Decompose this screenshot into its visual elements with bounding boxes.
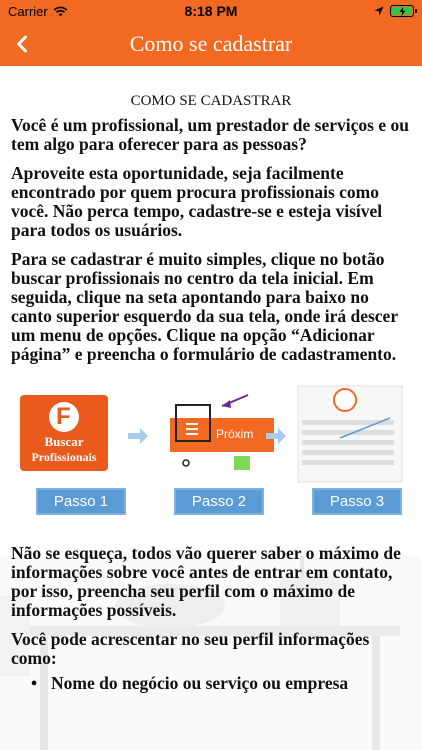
app-logo-letter: F [56,403,71,430]
instructions-paragraph: Para se cadastrar é muito simples, cliqu… [11,249,398,364]
list-item: Nome do negócio ou serviço ou empresa [11,674,411,694]
wifi-icon [53,6,67,16]
location-arrow-icon [374,6,384,16]
chevron-left-icon [17,35,27,53]
status-right [374,5,417,17]
text-area: COMO SE CADASTRAR Você é um profissional… [0,93,422,693]
section-heading: COMO SE CADASTRAR [130,93,292,109]
step-3-label: Passo 3 [312,488,402,515]
opportunity-paragraph: Aproveite esta oportunidade, seja facilm… [11,163,383,240]
page-title: Como se cadastrar [129,31,293,56]
step-2-label: Passo 2 [174,488,264,515]
battery-icon [390,5,417,17]
buscar-label: Buscar [44,434,84,449]
add-info-paragraph: Você pode acrescentar no seu perfil info… [11,629,370,668]
back-button[interactable] [0,22,44,66]
profile-info-list: Nome do negócio ou serviço ou empresa [11,674,411,694]
navigation-bar: Como se cadastrar [0,22,422,66]
charging-bolt-icon [399,6,405,16]
step-1-label: Passo 1 [36,488,126,515]
status-left: Carrier [8,4,68,19]
registration-steps-illustration: F Buscar Profissionais Próxim Passo 1 Pa… [0,378,422,526]
profissionais-label: Profissionais [31,450,97,464]
profile-info-paragraph: Não se esqueça, todos vão querer saber o… [11,543,401,620]
status-bar: Carrier 8:18 PM [0,0,422,22]
intro-paragraph: Você é um profissional, um prestador de … [11,115,409,154]
carrier-label: Carrier [8,3,48,19]
proximo-label: Próxim [216,427,254,441]
battery-charging-fill [392,6,412,16]
content-scroll-area[interactable]: COMO SE CADASTRAR Você é um profissional… [0,66,422,750]
